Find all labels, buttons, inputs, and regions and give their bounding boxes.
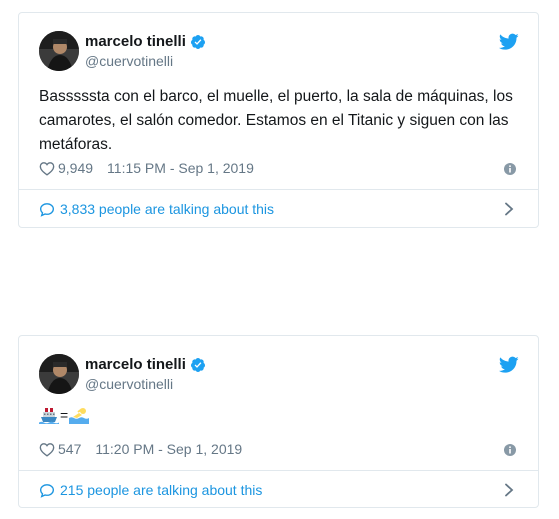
info-icon[interactable]: [504, 444, 516, 456]
display-name[interactable]: marcelo tinelli: [85, 33, 186, 50]
talking-count-text[interactable]: 3,833 people are talking about this: [60, 201, 274, 217]
speech-bubble-icon: [39, 483, 55, 498]
avatar[interactable]: [39, 354, 79, 394]
tweet-card-2[interactable]: marcelo tinelli @cuervotinelli = 547 11:…: [18, 335, 539, 508]
tweet-card-1[interactable]: marcelo tinelli @cuervotinelli Basssssta…: [18, 12, 539, 228]
heart-icon[interactable]: [39, 442, 55, 457]
like-count: 9,949: [58, 160, 94, 176]
twitter-bird-icon[interactable]: [499, 33, 519, 51]
tweet-header: marcelo tinelli @cuervotinelli: [39, 31, 519, 71]
verified-badge-icon: [190, 34, 205, 49]
conversation-link[interactable]: 215 people are talking about this: [39, 471, 518, 509]
like-count: 547: [58, 441, 82, 457]
chevron-right-icon[interactable]: [504, 202, 514, 216]
user-handle[interactable]: @cuervotinelli: [85, 53, 173, 69]
user-handle[interactable]: @cuervotinelli: [85, 376, 173, 392]
display-name[interactable]: marcelo tinelli: [85, 356, 186, 373]
info-icon[interactable]: [504, 163, 516, 175]
avatar[interactable]: [39, 31, 79, 71]
tweet-text: Basssssta con el barco, el muelle, el pu…: [39, 88, 513, 153]
twitter-bird-icon[interactable]: [499, 356, 519, 374]
conversation-link[interactable]: 3,833 people are talking about this: [39, 190, 518, 228]
talking-count-text[interactable]: 215 people are talking about this: [60, 482, 262, 498]
ship-emoji: [39, 408, 59, 424]
tweet-timestamp[interactable]: 11:20 PM - Sep 1, 2019: [95, 441, 242, 457]
tweet-timestamp[interactable]: 11:15 PM - Sep 1, 2019: [107, 160, 254, 176]
name-row: marcelo tinelli: [85, 356, 206, 373]
swimmer-emoji: [69, 408, 90, 424]
equals-sign: =: [60, 407, 69, 423]
chevron-right-icon[interactable]: [504, 483, 514, 497]
heart-icon[interactable]: [39, 161, 55, 176]
tweet-header: marcelo tinelli @cuervotinelli: [39, 354, 519, 394]
tweet-emoji-text: =: [39, 406, 90, 424]
tweet-meta: 9,949 11:15 PM - Sep 1, 2019: [39, 160, 254, 176]
tweet-meta: 547 11:20 PM - Sep 1, 2019: [39, 441, 242, 457]
name-row: marcelo tinelli: [85, 33, 206, 50]
verified-badge-icon: [190, 357, 205, 372]
speech-bubble-icon: [39, 202, 55, 217]
